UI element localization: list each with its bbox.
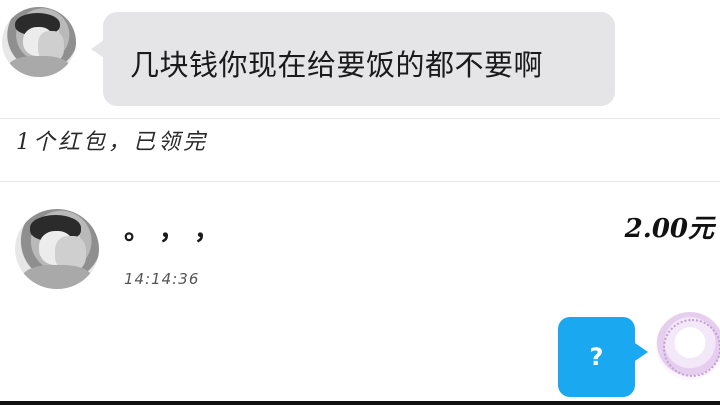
red-packet-claim-text: 。，， [124, 216, 243, 246]
incoming-message-text: 几块钱你现在给要饭的都不要啊 [130, 48, 544, 82]
claimer-avatar[interactable] [15, 209, 99, 289]
divider [0, 181, 720, 182]
divider [0, 118, 720, 119]
avatar-shirt [21, 265, 93, 289]
sender-avatar[interactable] [2, 7, 76, 77]
avatar-decoration [662, 318, 720, 378]
red-packet-claim-time: 14:14:36 [124, 270, 200, 288]
red-packet-claim-amount: 2.00元 [624, 214, 714, 244]
outgoing-message-bubble[interactable]: ? [558, 317, 648, 397]
bottom-edge [0, 401, 720, 405]
outgoing-message-text: ? [589, 343, 604, 371]
avatar-shirt [7, 56, 71, 77]
red-packet-notice: 1个红包，已领完 [16, 130, 208, 155]
self-avatar[interactable] [656, 312, 720, 380]
incoming-message-bubble[interactable]: 几块钱你现在给要饭的都不要啊 [91, 12, 615, 106]
